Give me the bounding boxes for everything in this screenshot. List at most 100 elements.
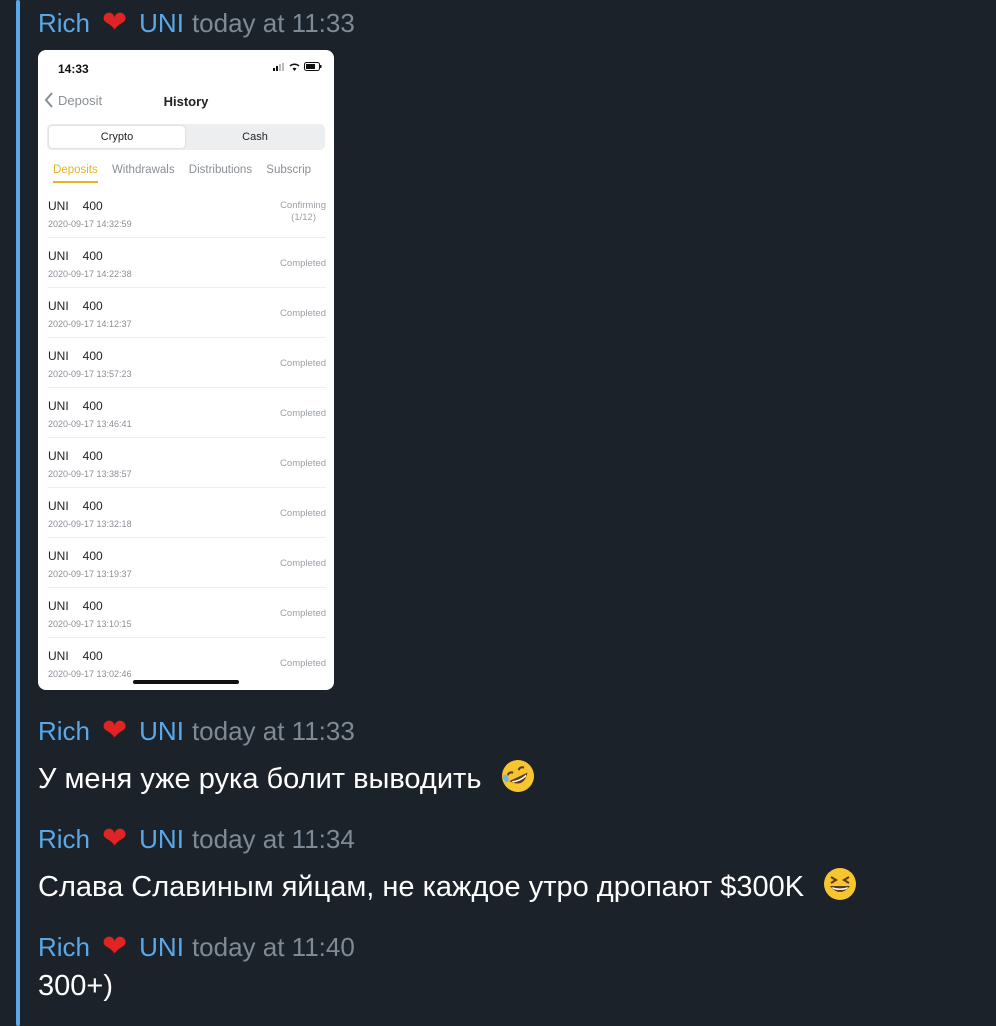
sender-name[interactable]: Rich: [38, 8, 90, 38]
heart-icon: ❤: [102, 6, 128, 39]
status: Completed: [280, 608, 326, 619]
message-body: У меня уже рука болит выводить: [38, 763, 482, 795]
date: 2020-09-17 13:02:46: [48, 669, 132, 679]
message-header: Rich ❤ UNI today at 11:34: [38, 822, 858, 855]
home-indicator: [133, 680, 239, 684]
amount: 400: [82, 449, 103, 463]
status: Completed: [280, 458, 326, 469]
message-body: Слава Славиным яйцам, не каждое утро дро…: [38, 871, 805, 903]
battery-icon: [304, 62, 322, 71]
heart-icon: ❤: [102, 714, 128, 747]
history-tabs: Deposits Withdrawals Distributions Subsc…: [53, 164, 322, 188]
coin-name: UNI: [48, 449, 69, 463]
date: 2020-09-17 13:57:23: [48, 369, 132, 379]
message-3: Rich ❤ UNI today at 11:34 Слава Славиным…: [38, 824, 858, 905]
wifi-icon: [289, 63, 300, 71]
coin-name: UNI: [48, 649, 69, 663]
segment-crypto[interactable]: Crypto: [49, 126, 185, 148]
deposit-list: UNI 400 2020-09-17 14:32:59 Confirming (1…: [38, 188, 334, 687]
coin-name: UNI: [48, 549, 69, 563]
date: 2020-09-17 14:32:59: [48, 219, 132, 229]
date: 2020-09-17 13:32:18: [48, 519, 132, 529]
list-item[interactable]: UNI 400 2020-09-17 13:57:23 Completed: [48, 338, 326, 388]
sender-name[interactable]: Rich: [38, 716, 90, 746]
list-item[interactable]: UNI 400 2020-09-17 13:46:41 Completed: [48, 388, 326, 438]
message-time: today at 11:33: [191, 8, 355, 38]
sender-tag[interactable]: UNI: [139, 824, 184, 854]
tab-withdrawals[interactable]: Withdrawals: [112, 164, 175, 176]
sender-tag[interactable]: UNI: [139, 8, 184, 38]
message-header: Rich ❤ UNI today at 11:40: [38, 930, 355, 963]
status: Completed: [280, 408, 326, 419]
amount: 400: [82, 299, 103, 313]
list-item[interactable]: UNI 400 2020-09-17 13:10:15 Completed: [48, 588, 326, 638]
sender-tag[interactable]: UNI: [139, 716, 184, 746]
date: 2020-09-17 13:38:57: [48, 469, 132, 479]
segment-cash[interactable]: Cash: [187, 126, 323, 148]
message-text: Слава Славиным яйцам, не каждое утро дро…: [38, 866, 858, 905]
date: 2020-09-17 13:19:37: [48, 569, 132, 579]
message-4: Rich ❤ UNI today at 11:40 300+): [38, 932, 355, 1004]
tab-subscriptions[interactable]: Subscrip: [266, 164, 311, 176]
status: Completed: [280, 258, 326, 269]
status: Confirming (1/12): [280, 200, 326, 224]
list-item[interactable]: UNI 400 2020-09-17 14:32:59 Confirming (1…: [48, 188, 326, 238]
coin-name: UNI: [48, 349, 69, 363]
tab-deposits[interactable]: Deposits: [53, 164, 98, 183]
message-text: 300+): [38, 968, 355, 1004]
status: Completed: [280, 658, 326, 669]
heart-icon: ❤: [102, 822, 128, 855]
sender-name[interactable]: Rich: [38, 824, 90, 854]
date: 2020-09-17 13:46:41: [48, 419, 132, 429]
list-item[interactable]: UNI 400 2020-09-17 13:38:57 Completed: [48, 438, 326, 488]
status: Completed: [280, 308, 326, 319]
amount: 400: [82, 549, 103, 563]
status: Completed: [280, 358, 326, 369]
list-item[interactable]: UNI 400 2020-09-17 14:12:37 Completed: [48, 288, 326, 338]
amount: 400: [82, 649, 103, 663]
phone-clock: 14:33: [58, 62, 89, 76]
amount: 400: [82, 349, 103, 363]
date: 2020-09-17 14:22:38: [48, 269, 132, 279]
list-item[interactable]: UNI 400 2020-09-17 13:32:18 Completed: [48, 488, 326, 538]
list-item[interactable]: UNI 400 2020-09-17 13:19:37 Completed: [48, 538, 326, 588]
status-line: Confirming: [280, 200, 326, 211]
heart-icon: ❤: [102, 930, 128, 963]
amount: 400: [82, 249, 103, 263]
coin-name: UNI: [48, 399, 69, 413]
phone-status-bar: 14:33: [58, 60, 322, 76]
message-body: 300+): [38, 970, 113, 1002]
message-header: Rich ❤ UNI today at 11:33: [38, 714, 536, 747]
date: 2020-09-17 14:12:37: [48, 319, 132, 329]
coin-name: UNI: [48, 199, 69, 213]
rolling-on-floor-laughing-icon: [501, 760, 534, 792]
tab-distributions[interactable]: Distributions: [189, 164, 252, 176]
segmented-control: Crypto Cash: [47, 124, 325, 150]
message-time: today at 11:40: [191, 932, 355, 962]
message-time: today at 11:33: [191, 716, 355, 746]
coin-name: UNI: [48, 249, 69, 263]
message-1: Rich ❤ UNI today at 11:33: [38, 6, 355, 39]
quote-bar: [16, 0, 20, 1026]
signal-icon: [273, 62, 284, 71]
status: Completed: [280, 508, 326, 519]
message-header: Rich ❤ UNI today at 11:33: [38, 6, 355, 39]
amount: 400: [82, 599, 103, 613]
status-progress: (1/12): [291, 212, 316, 223]
amount: 400: [82, 199, 103, 213]
coin-name: UNI: [48, 599, 69, 613]
amount: 400: [82, 399, 103, 413]
sender-name[interactable]: Rich: [38, 932, 90, 962]
attached-screenshot[interactable]: 14:33 Deposit History Crypto Cash Deposi…: [38, 50, 334, 690]
sender-tag[interactable]: UNI: [139, 932, 184, 962]
grinning-squinting-face-icon: [824, 868, 857, 900]
list-item[interactable]: UNI 400 2020-09-17 14:22:38 Completed: [48, 238, 326, 288]
coin-name: UNI: [48, 299, 69, 313]
message-time: today at 11:34: [191, 824, 355, 854]
phone-nav-bar: Deposit History: [38, 92, 334, 114]
date: 2020-09-17 13:10:15: [48, 619, 132, 629]
message-text: У меня уже рука болит выводить: [38, 758, 536, 797]
amount: 400: [82, 499, 103, 513]
status: Completed: [280, 558, 326, 569]
message-2: Rich ❤ UNI today at 11:33 У меня уже рук…: [38, 716, 536, 797]
